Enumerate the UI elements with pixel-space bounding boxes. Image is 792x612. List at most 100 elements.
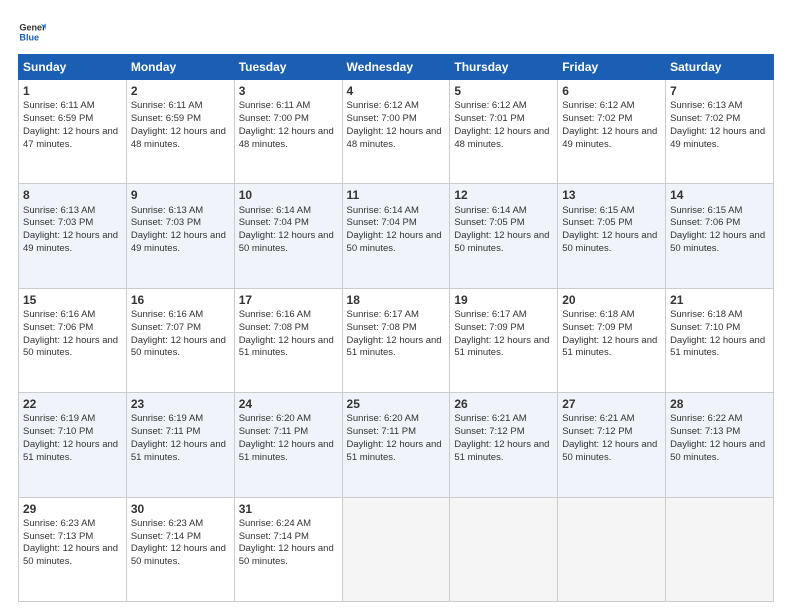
- day-number: 7: [670, 83, 769, 99]
- daylight: Daylight: 12 hours and 51 minutes.: [239, 335, 334, 359]
- sunrise: Sunrise: 6:15 AM: [670, 205, 742, 216]
- sunrise: Sunrise: 6:14 AM: [347, 205, 419, 216]
- header-tuesday: Tuesday: [234, 55, 342, 80]
- sunset: Sunset: 6:59 PM: [131, 113, 201, 124]
- calendar-cell-14: 14Sunrise: 6:15 AMSunset: 7:06 PMDayligh…: [666, 184, 774, 288]
- calendar-cell-30: 30Sunrise: 6:23 AMSunset: 7:14 PMDayligh…: [126, 497, 234, 601]
- daylight: Daylight: 12 hours and 50 minutes.: [347, 230, 442, 254]
- daylight: Daylight: 12 hours and 50 minutes.: [670, 439, 765, 463]
- sunset: Sunset: 7:09 PM: [562, 322, 632, 333]
- daylight: Daylight: 12 hours and 48 minutes.: [131, 126, 226, 150]
- calendar-cell-23: 23Sunrise: 6:19 AMSunset: 7:11 PMDayligh…: [126, 393, 234, 497]
- daylight: Daylight: 12 hours and 51 minutes.: [347, 335, 442, 359]
- header-thursday: Thursday: [450, 55, 558, 80]
- sunrise: Sunrise: 6:12 AM: [454, 100, 526, 111]
- sunset: Sunset: 7:04 PM: [239, 217, 309, 228]
- calendar-cell-18: 18Sunrise: 6:17 AMSunset: 7:08 PMDayligh…: [342, 288, 450, 392]
- calendar-cell-12: 12Sunrise: 6:14 AMSunset: 7:05 PMDayligh…: [450, 184, 558, 288]
- day-number: 3: [239, 83, 338, 99]
- sunrise: Sunrise: 6:15 AM: [562, 205, 634, 216]
- calendar-cell-9: 9Sunrise: 6:13 AMSunset: 7:03 PMDaylight…: [126, 184, 234, 288]
- daylight: Daylight: 12 hours and 51 minutes.: [454, 335, 549, 359]
- calendar-cell-19: 19Sunrise: 6:17 AMSunset: 7:09 PMDayligh…: [450, 288, 558, 392]
- sunset: Sunset: 7:10 PM: [23, 426, 93, 437]
- day-number: 14: [670, 187, 769, 203]
- sunset: Sunset: 6:59 PM: [23, 113, 93, 124]
- sunset: Sunset: 7:13 PM: [670, 426, 740, 437]
- sunset: Sunset: 7:14 PM: [131, 531, 201, 542]
- daylight: Daylight: 12 hours and 49 minutes.: [670, 126, 765, 150]
- daylight: Daylight: 12 hours and 51 minutes.: [562, 335, 657, 359]
- daylight: Daylight: 12 hours and 50 minutes.: [562, 230, 657, 254]
- daylight: Daylight: 12 hours and 50 minutes.: [670, 230, 765, 254]
- calendar-row-4: 22Sunrise: 6:19 AMSunset: 7:10 PMDayligh…: [19, 393, 774, 497]
- daylight: Daylight: 12 hours and 51 minutes.: [454, 439, 549, 463]
- empty-cell: [342, 497, 450, 601]
- day-number: 26: [454, 396, 553, 412]
- header: General Blue: [18, 18, 774, 46]
- empty-cell: [666, 497, 774, 601]
- calendar-row-5: 29Sunrise: 6:23 AMSunset: 7:13 PMDayligh…: [19, 497, 774, 601]
- calendar-cell-5: 5Sunrise: 6:12 AM Sunset: 7:01 PM Daylight…: [450, 80, 558, 184]
- sunset: Sunset: 7:09 PM: [454, 322, 524, 333]
- sunset: Sunset: 7:03 PM: [23, 217, 93, 228]
- daylight: Daylight: 12 hours and 50 minutes.: [239, 230, 334, 254]
- sunrise: Sunrise: 6:19 AM: [23, 413, 95, 424]
- svg-text:Blue: Blue: [19, 32, 39, 42]
- daylight: Daylight: 12 hours and 48 minutes.: [454, 126, 549, 150]
- sunset: Sunset: 7:02 PM: [670, 113, 740, 124]
- sunrise: Sunrise: 6:12 AM: [347, 100, 419, 111]
- sunrise: Sunrise: 6:20 AM: [347, 413, 419, 424]
- sunrise: Sunrise: 6:14 AM: [239, 205, 311, 216]
- daylight: Daylight: 12 hours and 49 minutes.: [23, 230, 118, 254]
- calendar-table: SundayMondayTuesdayWednesdayThursdayFrid…: [18, 54, 774, 602]
- calendar-cell-10: 10 Sunrise: 6:14 AMSunset: 7:04 PM Dayligh…: [234, 184, 342, 288]
- sunset: Sunset: 7:02 PM: [562, 113, 632, 124]
- sunset: Sunset: 7:08 PM: [347, 322, 417, 333]
- calendar-cell-27: 27Sunrise: 6:21 AMSunset: 7:12 PMDayligh…: [558, 393, 666, 497]
- sunset: Sunset: 7:05 PM: [454, 217, 524, 228]
- sunrise: Sunrise: 6:21 AM: [562, 413, 634, 424]
- sunrise: Sunrise: 6:21 AM: [454, 413, 526, 424]
- day-number: 12: [454, 187, 553, 203]
- day-number: 30: [131, 501, 230, 517]
- calendar-cell-20: 20Sunrise: 6:18 AM Sunset: 7:09 PM Dayligh…: [558, 288, 666, 392]
- sunset: Sunset: 7:06 PM: [23, 322, 93, 333]
- sunrise: Sunrise: 6:18 AM: [562, 309, 634, 320]
- day-number: 6: [562, 83, 661, 99]
- sunrise: Sunrise: 6:11 AM: [131, 100, 203, 111]
- calendar-header-row: SundayMondayTuesdayWednesdayThursdayFrid…: [19, 55, 774, 80]
- sunrise: Sunrise: 6:16 AM: [23, 309, 95, 320]
- sunset: Sunset: 7:12 PM: [562, 426, 632, 437]
- daylight: Daylight: 12 hours and 47 minutes.: [23, 126, 118, 150]
- daylight: Daylight: 12 hours and 50 minutes.: [23, 335, 118, 359]
- calendar-cell-1: 1Sunrise: 6:11 AMSunset: 6:59 PMDaylight…: [19, 80, 127, 184]
- sunrise: Sunrise: 6:14 AM: [454, 205, 526, 216]
- day-number: 17: [239, 292, 338, 308]
- sunset: Sunset: 7:12 PM: [454, 426, 524, 437]
- sunrise: Sunrise: 6:19 AM: [131, 413, 203, 424]
- sunrise: Sunrise: 6:11 AM: [239, 100, 311, 111]
- header-monday: Monday: [126, 55, 234, 80]
- day-number: 20: [562, 292, 661, 308]
- sunrise: Sunrise: 6:23 AM: [23, 518, 95, 529]
- sunrise: Sunrise: 6:17 AM: [454, 309, 526, 320]
- calendar-cell-13: 13Sunrise: 6:15 AMSunset: 7:05 PMDayligh…: [558, 184, 666, 288]
- sunset: Sunset: 7:05 PM: [562, 217, 632, 228]
- sunrise: Sunrise: 6:17 AM: [347, 309, 419, 320]
- day-number: 24: [239, 396, 338, 412]
- day-number: 5: [454, 83, 553, 99]
- sunset: Sunset: 7:11 PM: [131, 426, 201, 437]
- calendar-cell-15: 15Sunrise: 6:16 AMSunset: 7:06 PMDayligh…: [19, 288, 127, 392]
- calendar-row-1: 1Sunrise: 6:11 AMSunset: 6:59 PMDaylight…: [19, 80, 774, 184]
- sunset: Sunset: 7:01 PM: [454, 113, 524, 124]
- day-number: 10: [239, 187, 338, 203]
- day-number: 4: [347, 83, 446, 99]
- sunrise: Sunrise: 6:13 AM: [131, 205, 203, 216]
- calendar-cell-7: 7Sunrise: 6:13 AMSunset: 7:02 PMDaylight…: [666, 80, 774, 184]
- day-number: 16: [131, 292, 230, 308]
- calendar-cell-16: 16Sunrise: 6:16 AMSunset: 7:07 PMDayligh…: [126, 288, 234, 392]
- sunset: Sunset: 7:00 PM: [347, 113, 417, 124]
- day-number: 21: [670, 292, 769, 308]
- header-saturday: Saturday: [666, 55, 774, 80]
